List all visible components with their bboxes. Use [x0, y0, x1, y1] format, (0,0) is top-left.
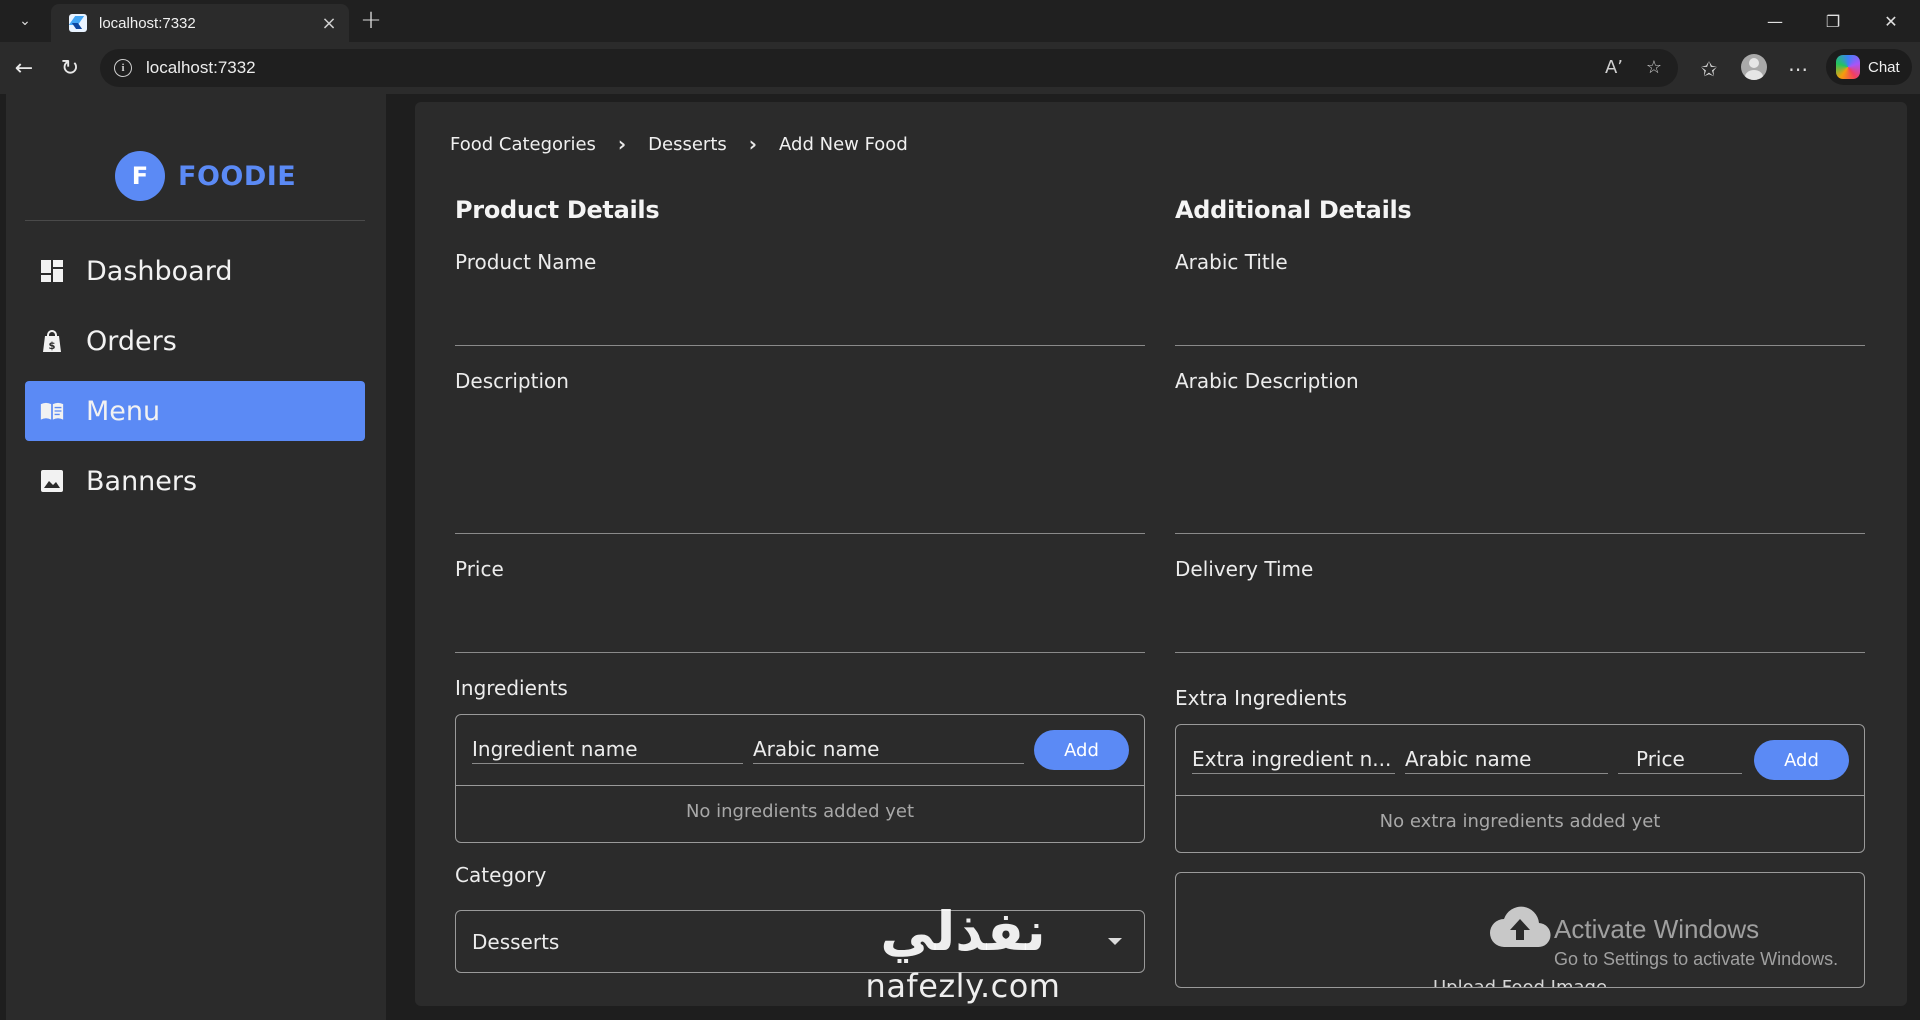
price-label: Price	[455, 557, 504, 581]
tab-close-icon[interactable]: ×	[319, 13, 339, 34]
breadcrumb-add-new-food: Add New Food	[779, 133, 908, 155]
activate-windows-subtitle: Go to Settings to activate Windows.	[1554, 949, 1839, 969]
ingredient-input-row: Ingredient name Arabic name Add	[456, 715, 1144, 786]
product-name-input[interactable]	[455, 345, 1145, 346]
profile-avatar-icon[interactable]	[1741, 54, 1767, 80]
tab-actions-chevron-icon[interactable]: ⌄	[8, 7, 42, 35]
add-ingredient-button[interactable]: Add	[1034, 730, 1129, 770]
favorite-star-icon[interactable]: ☆	[1642, 57, 1666, 79]
description-label: Description	[455, 369, 569, 393]
new-tab-plus-icon[interactable]: +	[356, 6, 386, 36]
no-extra-ingredients-text: No extra ingredients added yet	[1379, 811, 1661, 832]
extra-ingredient-name-input[interactable]: Extra ingredient n...	[1192, 747, 1395, 774]
activate-windows-watermark: Activate Windows Go to Settings to activ…	[1554, 914, 1838, 970]
add-extra-ingredient-button[interactable]: Add	[1754, 740, 1849, 780]
dashboard-icon	[40, 259, 64, 283]
sidebar-item-orders[interactable]: $ Orders	[25, 311, 365, 371]
site-info-icon[interactable]: i	[114, 59, 132, 77]
read-aloud-icon[interactable]: A’	[1602, 57, 1626, 79]
ingredient-arabic-name-input[interactable]: Arabic name	[753, 737, 1024, 764]
back-arrow-icon[interactable]: ←	[8, 52, 40, 84]
extra-ingredient-price-input[interactable]: Price	[1618, 747, 1742, 774]
watermark-arabic-text: نفذلي	[880, 900, 1046, 963]
logo-text: FOODIE	[178, 160, 297, 192]
delivery-time-input[interactable]	[1175, 652, 1865, 653]
nafezly-watermark: نفذلي nafezly.com	[848, 900, 1078, 1020]
main-content: Food Categories › Desserts › Add New Foo…	[415, 102, 1907, 1006]
ingredient-name-input[interactable]: Ingredient name	[472, 737, 743, 764]
logo-badge: F	[115, 151, 165, 201]
delivery-time-label: Delivery Time	[1175, 557, 1314, 581]
restore-icon[interactable]: ❐	[1804, 0, 1862, 42]
image-icon	[40, 469, 64, 493]
sidebar-divider	[25, 220, 365, 221]
shopping-bag-icon: $	[40, 329, 64, 353]
copilot-icon	[1836, 55, 1860, 79]
chevron-right-icon: ›	[617, 132, 627, 156]
sidebar-item-label: Orders	[86, 325, 177, 357]
watermark-latin-text: nafezly.com	[865, 966, 1061, 1005]
copilot-chat-button[interactable]: Chat	[1826, 49, 1912, 85]
additional-details-title: Additional Details	[1175, 196, 1412, 224]
arabic-description-input[interactable]	[1175, 533, 1865, 534]
breadcrumb-food-categories[interactable]: Food Categories	[450, 134, 596, 155]
browser-tab[interactable]: localhost:7332 ×	[51, 4, 349, 42]
activate-windows-title: Activate Windows	[1554, 914, 1760, 944]
chat-label: Chat	[1868, 58, 1900, 76]
menu-book-icon	[40, 399, 64, 423]
product-name-label: Product Name	[455, 250, 597, 274]
breadcrumb: Food Categories › Desserts › Add New Foo…	[450, 132, 908, 156]
sidebar-item-banners[interactable]: Banners	[25, 451, 365, 511]
more-options-icon[interactable]: ⋯	[1784, 55, 1812, 83]
minimize-icon[interactable]: —	[1746, 0, 1804, 42]
app-logo: F FOODIE	[115, 151, 296, 201]
browser-tab-bar: ⌄ localhost:7332 × + — ❐ ✕	[0, 0, 1920, 42]
sidebar: F FOODIE Dashboard $ Orders Menu Banners	[6, 94, 386, 1020]
sidebar-item-label: Banners	[86, 465, 198, 497]
window-close-icon[interactable]: ✕	[1862, 0, 1920, 42]
arabic-title-label: Arabic Title	[1175, 250, 1288, 274]
favorites-list-icon[interactable]: ✩	[1695, 55, 1723, 83]
arabic-description-label: Arabic Description	[1175, 369, 1359, 393]
sidebar-item-dashboard[interactable]: Dashboard	[25, 241, 365, 301]
extra-ingredients-label: Extra Ingredients	[1175, 686, 1348, 710]
breadcrumb-desserts[interactable]: Desserts	[648, 134, 727, 155]
price-input[interactable]	[455, 652, 1145, 653]
category-label: Category	[455, 863, 547, 887]
cloud-upload-icon	[1490, 906, 1551, 948]
ingredients-label: Ingredients	[455, 676, 568, 700]
arabic-title-input[interactable]	[1175, 345, 1865, 346]
ingredients-box: Ingredient name Arabic name Add No ingre…	[455, 714, 1145, 843]
extra-ingredients-box: Extra ingredient n... Arabic name Price …	[1175, 724, 1865, 853]
browser-toolbar: ← ↻ i localhost:7332 A’ ☆ ✩ ⋯	[0, 42, 1920, 94]
sidebar-item-menu[interactable]: Menu	[25, 381, 365, 441]
extra-ingredient-arabic-name-input[interactable]: Arabic name	[1405, 747, 1608, 774]
url-text[interactable]: localhost:7332	[146, 58, 256, 78]
no-ingredients-text: No ingredients added yet	[685, 801, 915, 822]
extra-ingredient-input-row: Extra ingredient n... Arabic name Price …	[1176, 725, 1864, 796]
address-bar[interactable]: i localhost:7332 A’ ☆	[100, 49, 1678, 87]
chevron-right-icon: ›	[748, 132, 758, 156]
tab-title: localhost:7332	[99, 14, 196, 32]
sidebar-item-label: Dashboard	[86, 255, 233, 287]
sidebar-item-label: Menu	[86, 395, 161, 427]
product-details-title: Product Details	[455, 196, 660, 224]
description-input[interactable]	[455, 533, 1145, 534]
flutter-favicon-icon	[69, 14, 87, 32]
upload-food-image-label: Upload Food Image	[1432, 977, 1608, 988]
svg-text:$: $	[49, 341, 56, 352]
reload-icon[interactable]: ↻	[54, 52, 86, 84]
dropdown-caret-icon	[1108, 938, 1122, 945]
